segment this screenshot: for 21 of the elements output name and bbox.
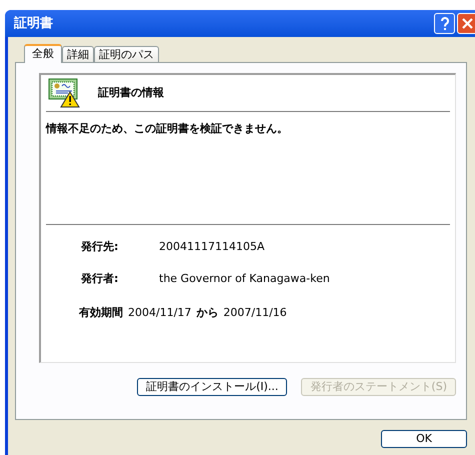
validity-label: 有効期間 — [79, 304, 123, 321]
field-label: 発行者: — [81, 270, 120, 287]
help-button[interactable] — [434, 13, 455, 34]
info-message: 情報不足のため、この証明書を検証できません。 — [44, 121, 289, 137]
question-mark-icon — [440, 16, 450, 30]
date-value: 2004/11/17 — [128, 304, 192, 321]
tab[interactable]: 全般 — [24, 44, 62, 63]
info-heading: 証明書の情報 — [98, 84, 164, 101]
certificate-warning-icon — [48, 78, 80, 108]
tab[interactable]: 証明のパス — [94, 46, 159, 62]
window-title: 証明書 — [14, 14, 54, 33]
tab[interactable]: 詳細 — [62, 46, 94, 62]
close-icon — [462, 18, 473, 29]
action-button[interactable]: 証明書のインストール(I)... — [137, 378, 288, 396]
field-value: 20041117114105A — [159, 238, 265, 255]
close-button[interactable] — [457, 13, 475, 34]
field-label: 発行先: — [81, 238, 120, 255]
ok-button[interactable]: OK — [381, 430, 467, 448]
field-value: the Governor of Kanagawa-ken — [159, 270, 330, 287]
date-value: 2007/11/16 — [223, 304, 287, 321]
from-word: から — [196, 304, 218, 321]
